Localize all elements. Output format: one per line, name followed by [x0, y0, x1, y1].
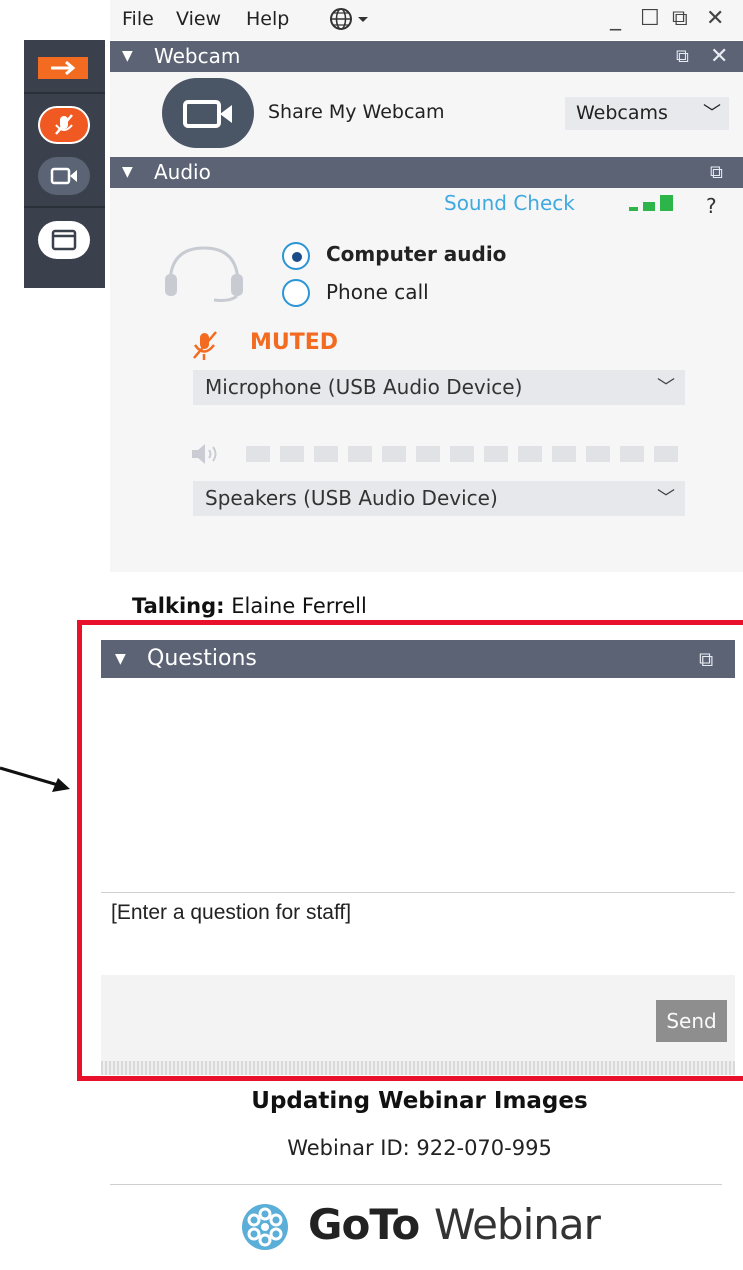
level-segment [280, 446, 304, 462]
share-webcam-button[interactable] [162, 78, 254, 148]
computer-audio-label[interactable]: Computer audio [326, 242, 506, 266]
language-globe-icon[interactable] [328, 6, 372, 37]
microphone-dropdown[interactable]: Microphone (USB Audio Device) ﹀ [193, 370, 685, 405]
signal-bar [660, 195, 673, 211]
level-segment [382, 446, 406, 462]
level-segment [586, 446, 610, 462]
audio-panel-title: Audio [154, 160, 211, 184]
mute-microphone-button[interactable] [38, 106, 90, 144]
level-segment [416, 446, 440, 462]
menu-file[interactable]: File [122, 8, 154, 30]
webcams-dropdown-value: Webcams [576, 102, 668, 124]
level-segment [654, 446, 678, 462]
window-icon [51, 229, 77, 251]
signal-bar [643, 202, 655, 211]
level-segment [246, 446, 270, 462]
level-segment [484, 446, 508, 462]
audio-panel: Sound Check ? Computer audio Phone call … [110, 188, 743, 572]
menu-help[interactable]: Help [246, 8, 289, 30]
webcam-panel-header[interactable]: ▼ Webcam ⧉ ✕ [110, 41, 743, 72]
webcam-panel-title: Webcam [154, 44, 241, 68]
muted-status-label: MUTED [250, 330, 339, 355]
level-segment [620, 446, 644, 462]
webcam-icon [183, 100, 232, 128]
collapse-triangle-icon[interactable]: ▼ [122, 41, 133, 72]
control-toolbar [24, 40, 105, 288]
toolbar-divider [24, 206, 105, 208]
webinar-title: Updating Webinar Images [251, 1088, 588, 1114]
snowflake-logo-icon [242, 1204, 288, 1250]
level-segment [518, 446, 542, 462]
minimize-button[interactable]: _ [610, 6, 621, 31]
maximize-button[interactable]: ☐ [640, 6, 660, 31]
talking-indicator: Talking: Elaine Ferrell [132, 594, 367, 618]
logo-webinar-text: Webinar [434, 1200, 601, 1249]
signal-bar [629, 207, 638, 211]
toolbar-divider [24, 92, 105, 94]
share-webcam-label[interactable]: Share My Webcam [268, 101, 445, 123]
close-panel-icon[interactable]: ✕ [710, 41, 728, 72]
muted-mic-icon[interactable] [190, 330, 220, 362]
logo-goto-text: GoTo [308, 1200, 420, 1249]
arrow-right-icon [51, 60, 76, 76]
level-segment [552, 446, 576, 462]
menu-view[interactable]: View [176, 8, 221, 30]
popout-icon[interactable]: ⧉ [710, 157, 723, 188]
webcam-toggle-button[interactable] [38, 157, 90, 195]
muted-mic-icon [55, 114, 73, 135]
webcam-icon [50, 167, 77, 185]
chevron-down-icon: ﹀ [703, 103, 721, 124]
phone-call-radio[interactable] [282, 279, 310, 307]
computer-audio-radio[interactable] [282, 242, 310, 270]
pointer-arrow-icon [0, 766, 70, 792]
menu-bar: File View Help _ ☐ ⧉ ✕ [110, 0, 743, 40]
level-segment [314, 446, 338, 462]
phone-call-label[interactable]: Phone call [326, 280, 429, 304]
talking-label: Talking: [132, 594, 225, 618]
webcams-dropdown[interactable]: Webcams ﹀ [565, 97, 729, 130]
microphone-dropdown-value: Microphone (USB Audio Device) [205, 375, 523, 399]
screen-view-button[interactable] [38, 221, 90, 259]
speaker-volume-icon [192, 444, 217, 464]
chevron-down-icon: ﹀ [657, 377, 675, 398]
level-segment [450, 446, 474, 462]
close-button[interactable]: ✕ [706, 6, 724, 31]
highlight-frame [77, 620, 743, 1081]
speakers-dropdown[interactable]: Speakers (USB Audio Device) ﹀ [193, 481, 685, 516]
expand-arrow-button[interactable] [38, 57, 88, 79]
popout-button[interactable]: ⧉ [672, 6, 688, 31]
talking-name: Elaine Ferrell [231, 594, 367, 618]
chevron-down-icon: ﹀ [657, 488, 675, 509]
headset-icon [165, 246, 243, 302]
radio-selected-dot [292, 252, 302, 262]
level-segment [348, 446, 372, 462]
collapse-triangle-icon[interactable]: ▼ [122, 157, 133, 188]
audio-panel-header[interactable]: ▼ Audio ⧉ [110, 157, 743, 188]
popout-icon[interactable]: ⧉ [676, 41, 689, 72]
webcam-panel: Share My Webcam Webcams ﹀ [110, 72, 743, 157]
sound-check-link[interactable]: Sound Check [444, 191, 575, 215]
footer-divider [110, 1184, 722, 1185]
webinar-id: Webinar ID: 922-070-995 [287, 1136, 552, 1160]
help-icon[interactable]: ? [706, 194, 717, 218]
speakers-dropdown-value: Speakers (USB Audio Device) [205, 486, 498, 510]
